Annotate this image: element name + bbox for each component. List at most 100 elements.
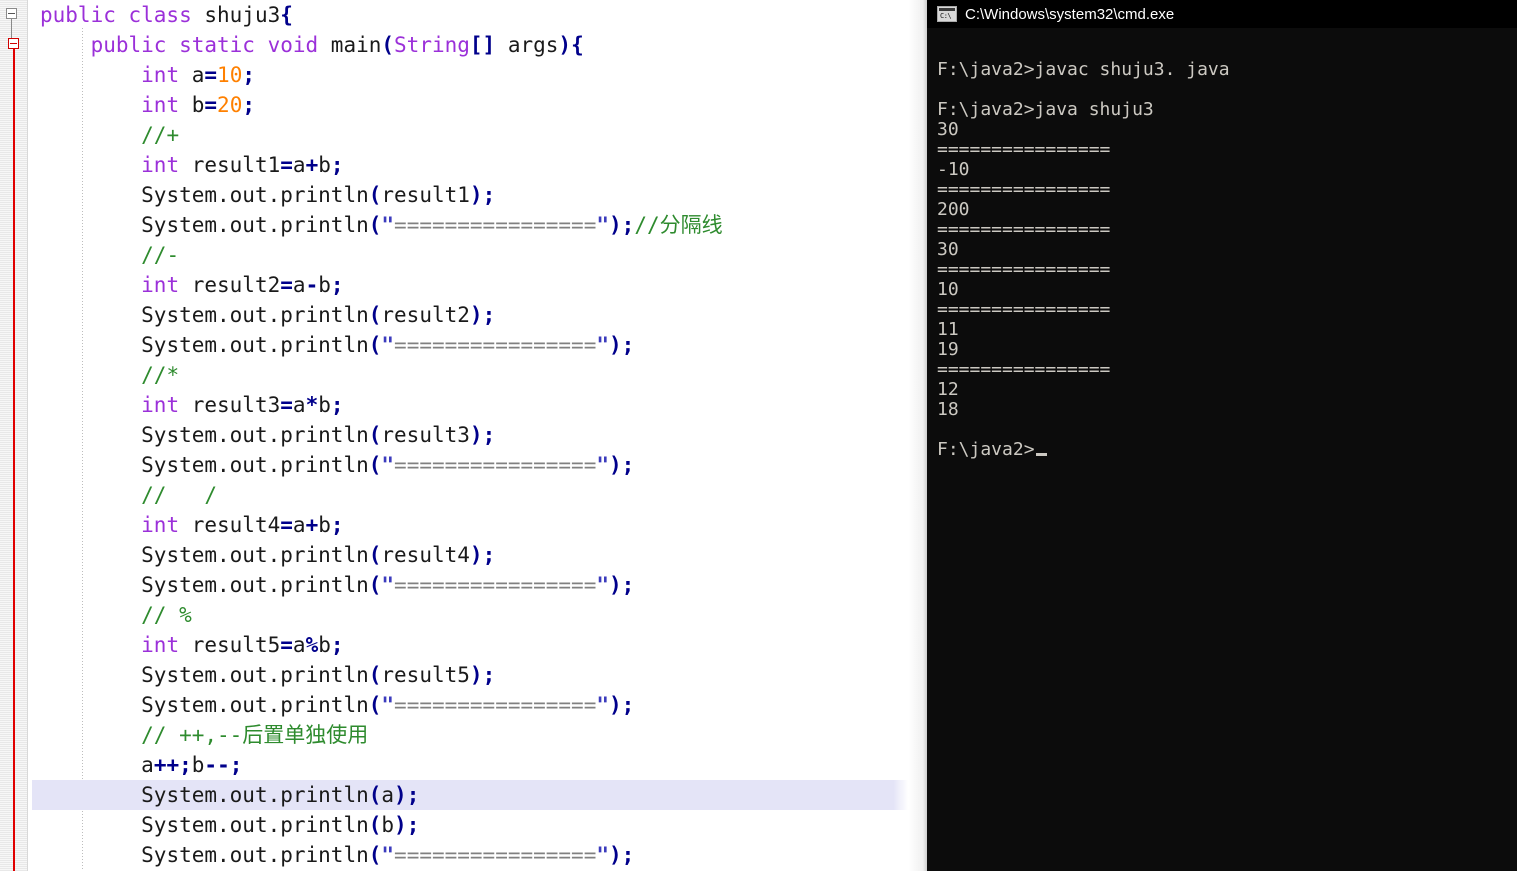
- code-token-pn: ;: [621, 693, 635, 717]
- code-token-pn: ;: [330, 393, 344, 417]
- code-token-txt: a: [292, 273, 306, 297]
- code-line[interactable]: //*: [32, 360, 927, 390]
- code-line[interactable]: System.out.println("================");: [32, 840, 927, 870]
- code-line[interactable]: System.out.println("================");: [32, 570, 927, 600]
- code-token-str: ================: [394, 843, 597, 867]
- code-line[interactable]: int result4=a+b;: [32, 510, 927, 540]
- code-token-pn: {: [280, 3, 293, 27]
- code-line[interactable]: public static void main(String[] args){: [32, 30, 927, 60]
- code-line[interactable]: //+: [32, 120, 927, 150]
- code-token-txt: System.out.println: [141, 663, 369, 687]
- code-token-txt: a: [292, 513, 306, 537]
- code-line[interactable]: //-: [32, 240, 927, 270]
- fold-marker-main[interactable]: [8, 38, 19, 49]
- code-token-pn: ;: [242, 93, 255, 117]
- console-line: ================: [937, 359, 1111, 380]
- code-line[interactable]: int result1=a+b;: [32, 150, 927, 180]
- code-token-txt: System.out.println: [141, 183, 369, 207]
- code-token-pn: (: [368, 693, 382, 717]
- code-token-pn: ): [469, 423, 483, 447]
- code-token-pn: ;: [330, 633, 344, 657]
- code-token-txt: a: [141, 753, 154, 777]
- code-line[interactable]: // ++,--后置单独使用: [32, 720, 927, 750]
- code-line[interactable]: int a=10;: [32, 60, 927, 90]
- code-line[interactable]: System.out.println("================");: [32, 330, 927, 360]
- code-token-pn: ;: [482, 663, 496, 687]
- code-token-quo: ": [596, 843, 609, 867]
- cmd-console-window[interactable]: C:\ C:\Windows\system32\cmd.exe F:\java2…: [927, 0, 1517, 871]
- code-token-txt: a: [292, 153, 306, 177]
- code-token-kw: int: [141, 273, 180, 297]
- code-line[interactable]: System.out.println("================");: [32, 450, 927, 480]
- console-line: 10: [937, 279, 959, 300]
- fold-marker-class[interactable]: [6, 8, 17, 19]
- code-line[interactable]: a++;b--;: [32, 750, 927, 780]
- code-token-pn: []: [469, 33, 496, 57]
- code-token-txt: result4: [179, 513, 281, 537]
- code-line[interactable]: int result2=a-b;: [32, 270, 927, 300]
- code-line[interactable]: System.out.println(result4);: [32, 540, 927, 570]
- code-line[interactable]: int result5=a%b;: [32, 630, 927, 660]
- code-token-op: =: [280, 633, 293, 657]
- code-token-pn: (: [368, 783, 382, 807]
- code-text-area[interactable]: public class shuju3{ public static void …: [32, 0, 927, 871]
- console-line: 12: [937, 379, 959, 400]
- code-token-pn: ;: [621, 843, 635, 867]
- code-token-txt: result1: [179, 153, 281, 177]
- code-token-pn: ;: [330, 153, 344, 177]
- code-line[interactable]: System.out.println("================");/…: [32, 210, 927, 240]
- code-token-quo: ": [596, 213, 609, 237]
- console-line: F:\java2>javac shuju3. java: [937, 59, 1230, 80]
- code-token-quo: ": [381, 573, 395, 597]
- code-line[interactable]: int result3=a*b;: [32, 390, 927, 420]
- console-output[interactable]: F:\java2>javac shuju3. java F:\java2>java…: [927, 28, 1517, 871]
- code-token-num: 10: [217, 63, 243, 87]
- code-token-op: %: [305, 633, 319, 657]
- fold-scope-line: [13, 49, 15, 871]
- code-token-pn: (: [368, 303, 382, 327]
- code-line[interactable]: System.out.println(b);: [32, 810, 927, 840]
- cmd-icon-glyph: C:\: [940, 12, 952, 20]
- code-line[interactable]: // /: [32, 480, 927, 510]
- code-line[interactable]: int b=20;: [32, 90, 927, 120]
- console-line: 30: [937, 119, 959, 140]
- code-line[interactable]: System.out.println(result5);: [32, 660, 927, 690]
- code-token-str: ================: [394, 213, 597, 237]
- code-token-kw: int: [141, 63, 180, 87]
- code-editor-pane[interactable]: public class shuju3{ public static void …: [0, 0, 927, 871]
- code-token-pn: ;: [482, 423, 496, 447]
- code-token-txt: b: [191, 753, 205, 777]
- code-line[interactable]: System.out.println("================");: [32, 690, 927, 720]
- code-line[interactable]: public class shuju3{: [32, 0, 927, 30]
- code-token-txt: b: [381, 813, 395, 837]
- code-line[interactable]: System.out.println(result3);: [32, 420, 927, 450]
- code-token-txt: shuju3: [204, 3, 281, 27]
- code-token-pn: (: [368, 213, 382, 237]
- code-token-pn: ;: [406, 783, 420, 807]
- code-line[interactable]: System.out.println(a);: [32, 780, 925, 810]
- code-token-pn: ): [609, 693, 622, 717]
- code-line[interactable]: System.out.println(result1);: [32, 180, 927, 210]
- console-title-bar[interactable]: C:\ C:\Windows\system32\cmd.exe: [927, 0, 1517, 28]
- code-token-pn: ;: [229, 753, 243, 777]
- code-token-txt: result1: [381, 183, 470, 207]
- console-line: 19: [937, 339, 959, 360]
- code-line[interactable]: System.out.println(result2);: [32, 300, 927, 330]
- code-line[interactable]: // %: [32, 600, 927, 630]
- code-token-op: +: [305, 513, 319, 537]
- code-token-pn: ): [609, 453, 622, 477]
- code-token-pn: ;: [242, 63, 255, 87]
- code-token-txt: result3: [381, 423, 470, 447]
- code-token-kw: public class: [40, 3, 205, 27]
